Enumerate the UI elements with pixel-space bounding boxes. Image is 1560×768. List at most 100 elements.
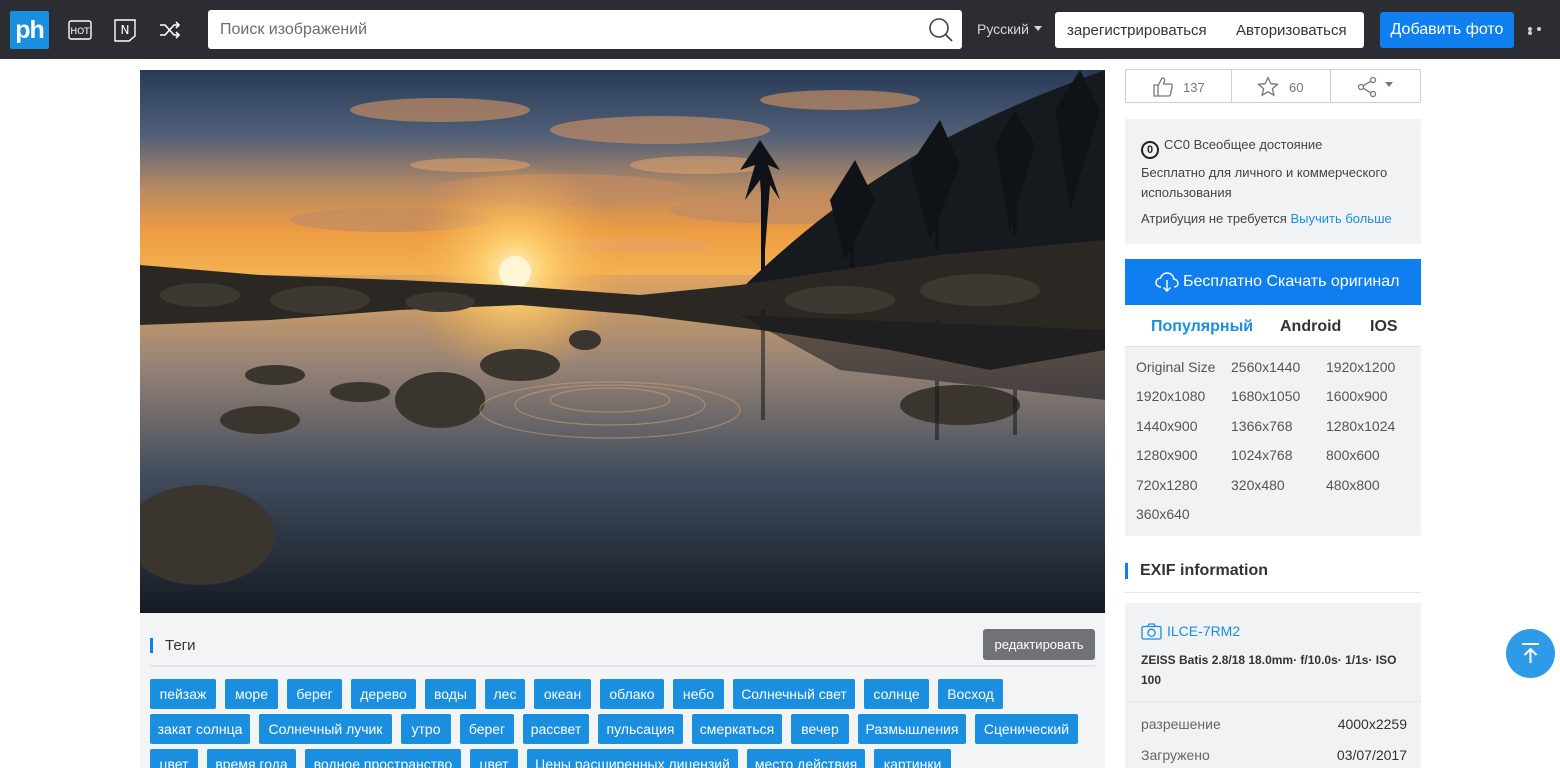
size-option[interactable]: 1440x900 (1136, 418, 1198, 434)
search-icon[interactable] (928, 17, 954, 43)
search-input[interactable] (208, 10, 908, 49)
svg-text:HOT: HOT (70, 27, 90, 37)
share-button[interactable] (1331, 70, 1420, 102)
tab-android[interactable]: Android (1280, 318, 1341, 336)
login-button[interactable]: Авторизоваться (1236, 22, 1347, 39)
tag-item[interactable]: вечер (791, 714, 849, 744)
download-label: Бесплатно Скачать оригинал (1183, 273, 1400, 290)
camera-model: ILCE-7RM2 (1167, 623, 1241, 639)
main-photo[interactable] (140, 70, 1105, 613)
size-option[interactable]: 2560x1440 (1231, 359, 1300, 375)
tag-item[interactable]: Цены расширенных лицензий (527, 749, 738, 768)
svg-text:N: N (121, 23, 130, 37)
tag-item[interactable]: облако (600, 679, 664, 709)
register-button[interactable]: зарегистрироваться (1067, 22, 1207, 39)
tag-item[interactable]: пульсация (598, 714, 683, 744)
tag-item[interactable]: смеркаться (692, 714, 782, 744)
tag-item[interactable]: солнце (864, 679, 929, 709)
tag-item[interactable]: Солнечный лучик (259, 714, 392, 744)
site-logo[interactable]: ph (10, 11, 49, 49)
cc0-icon: 0 (1141, 141, 1159, 159)
top-navigation-bar: ph HOT N Русский зарегистрироваться Авто… (0, 0, 1560, 59)
like-button[interactable]: 137 (1126, 70, 1231, 102)
tag-item[interactable]: цвет (150, 749, 198, 768)
size-option[interactable]: 720x1280 (1136, 477, 1198, 493)
size-option[interactable]: 1280x900 (1136, 447, 1198, 463)
download-panel: Бесплатно Скачать оригинал Популярный An… (1125, 259, 1421, 536)
platform-tabs: Популярный Android IOS (1125, 305, 1421, 347)
photo-actions-bar: 137 60 (1125, 69, 1421, 103)
tag-item[interactable]: время года (207, 749, 296, 768)
auth-group: зарегистрироваться Авторизоваться (1055, 12, 1364, 48)
exif-divider (1125, 592, 1421, 593)
size-option[interactable]: 1920x1200 (1326, 359, 1395, 375)
lens-settings: ZEISS Batis 2.8/18 18.0mm· f/10.0s· 1/1s… (1141, 653, 1397, 687)
camera-model-link[interactable]: ILCE-7RM2 (1141, 623, 1240, 640)
tag-item[interactable]: Солнечный свет (733, 679, 855, 709)
license-attribution-row: Атрибуция не требуется Выучить больше (1141, 209, 1416, 229)
hot-icon[interactable]: HOT (68, 18, 92, 42)
edit-tags-button[interactable]: редактировать (983, 629, 1095, 660)
language-selector[interactable]: Русский (977, 21, 1042, 37)
tag-item[interactable]: море (225, 679, 278, 709)
tag-item[interactable]: рассвет (523, 714, 589, 744)
tag-item[interactable]: Размышления (858, 714, 966, 744)
thumbs-up-icon (1153, 77, 1173, 97)
language-label: Русский (977, 21, 1029, 37)
tag-item[interactable]: берег (460, 714, 514, 744)
size-option[interactable]: 320x480 (1231, 477, 1285, 493)
size-option[interactable]: 1024x768 (1231, 447, 1293, 463)
new-icon[interactable]: N (113, 18, 137, 42)
uploaded-label: Загружено (1141, 747, 1210, 763)
shuffle-icon[interactable] (158, 18, 182, 42)
tag-item[interactable]: берег (287, 679, 342, 709)
tag-item[interactable]: пейзаж (150, 679, 216, 709)
scroll-to-top-button[interactable] (1506, 629, 1555, 678)
tag-item[interactable]: цвет (470, 749, 518, 768)
size-option[interactable]: Original Size (1136, 359, 1215, 375)
search-box (208, 10, 962, 49)
tags-section: Теги редактировать пейзаж море берег дер… (140, 613, 1105, 768)
size-option[interactable]: 360x640 (1136, 506, 1190, 522)
resolution-label: разрешение (1141, 716, 1221, 732)
tag-item[interactable]: лес (485, 679, 525, 709)
size-option[interactable]: 1600x900 (1326, 388, 1388, 404)
size-option[interactable]: 1280x1024 (1326, 418, 1395, 434)
license-usage: Бесплатно для личного и коммерческого ис… (1141, 165, 1388, 200)
size-option[interactable]: 1366x768 (1231, 418, 1293, 434)
chevron-down-icon (1033, 26, 1042, 31)
tag-item[interactable]: Восход (938, 679, 1003, 709)
tag-item[interactable]: картинки (874, 749, 951, 768)
size-option[interactable]: 480x800 (1326, 477, 1380, 493)
tab-ios[interactable]: IOS (1370, 318, 1398, 336)
share-icon (1357, 76, 1377, 98)
tag-item[interactable]: водное пространство (305, 749, 461, 768)
tag-item[interactable]: Сценический (975, 714, 1078, 744)
favorite-button[interactable]: 60 (1232, 70, 1330, 102)
free-download-button[interactable]: Бесплатно Скачать оригинал (1125, 259, 1421, 305)
tag-item[interactable]: место действия (747, 749, 865, 768)
favorite-count: 60 (1289, 80, 1304, 95)
tags-title: Теги (150, 638, 196, 653)
tag-item[interactable]: небо (673, 679, 724, 709)
tab-popular[interactable]: Популярный (1151, 318, 1253, 336)
arrow-up-icon (1522, 643, 1539, 663)
sunset-landscape-image (140, 70, 1105, 613)
license-attribution: Атрибуция не требуется (1141, 211, 1287, 226)
size-option[interactable]: 1680x1050 (1231, 388, 1300, 404)
license-title: CC0 Всеобщее достояние (1164, 137, 1323, 152)
more-icon[interactable] (1528, 27, 1554, 35)
tag-item[interactable]: закат солнца (150, 714, 250, 744)
license-box: 0 CC0 Всеобщее достояние Бесплатно для ли… (1125, 119, 1421, 244)
tag-item[interactable]: дерево (351, 679, 416, 709)
tag-item[interactable]: утро (401, 714, 451, 744)
tag-item[interactable]: воды (425, 679, 476, 709)
exif-divider (1125, 701, 1421, 702)
learn-more-link[interactable]: Выучить больше (1290, 211, 1391, 226)
tag-item[interactable]: океан (534, 679, 591, 709)
size-option[interactable]: 800x600 (1326, 447, 1380, 463)
size-option[interactable]: 1920x1080 (1136, 388, 1205, 404)
license-title-row: 0 CC0 Всеобщее достояние (1141, 135, 1416, 159)
tags-divider (150, 665, 1095, 667)
add-photo-button[interactable]: Добавить фото (1380, 12, 1514, 48)
